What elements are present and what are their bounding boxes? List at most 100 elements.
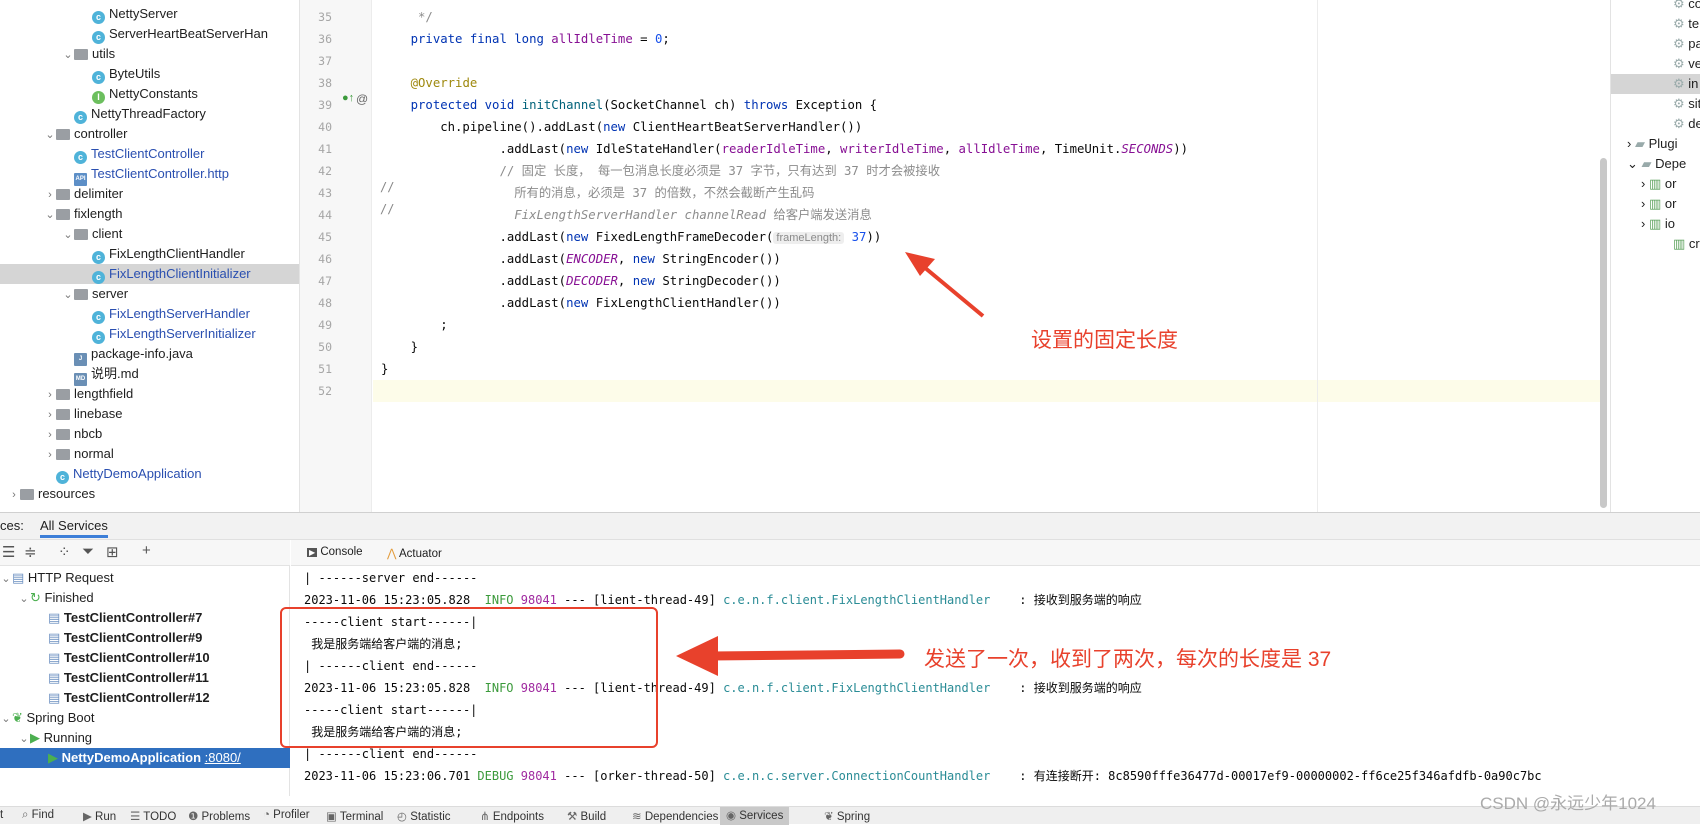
chevron-right-icon[interactable]: › — [44, 425, 56, 445]
maven-item[interactable]: › ▥ or — [1611, 174, 1700, 194]
chevron-down-icon[interactable]: ⌄ — [44, 205, 56, 225]
tool-window-t[interactable]: t — [0, 809, 3, 821]
tool-window-endpoints[interactable]: ⋔ Endpoints — [480, 809, 544, 823]
tree-item[interactable]: API TestClientController.http — [0, 164, 299, 186]
maven-item[interactable]: ⚙ de — [1611, 114, 1700, 134]
tree-item[interactable]: c NettyThreadFactory — [0, 104, 299, 124]
tree-item[interactable]: c NettyServer — [0, 4, 299, 24]
new-tab-icon[interactable]: ⊞ — [106, 543, 119, 561]
tab-actuator[interactable]: ⋀ Actuator — [387, 546, 442, 560]
tree-item[interactable]: › nbcb — [0, 424, 299, 445]
tool-window-profiler[interactable]: ◔ Profiler — [263, 809, 310, 821]
chevron-icon[interactable]: ⌄ — [1627, 156, 1642, 171]
chevron-icon[interactable]: › — [1641, 176, 1649, 191]
tree-item[interactable]: › normal — [0, 444, 299, 465]
tree-item[interactable]: c TestClientController — [0, 144, 299, 164]
maven-item[interactable]: ⚙ te — [1611, 14, 1700, 34]
chevron-down-icon[interactable]: ⌄ — [0, 569, 12, 589]
tree-item[interactable]: › lengthfield — [0, 384, 299, 405]
chevron-right-icon[interactable]: › — [44, 185, 56, 205]
chevron-right-icon[interactable]: › — [44, 445, 56, 465]
service-item[interactable]: ▶ NettyDemoApplication :8080/ — [0, 748, 290, 768]
maven-item[interactable]: ⚙ ve — [1611, 54, 1700, 74]
tree-item[interactable]: c ServerHeartBeatServerHan — [0, 24, 299, 44]
chevron-right-icon[interactable]: › — [8, 485, 20, 505]
tree-item[interactable]: ⌄ controller — [0, 124, 299, 145]
tree-item[interactable]: c ByteUtils — [0, 64, 299, 84]
maven-item[interactable]: ▥ cr — [1611, 234, 1700, 254]
maven-item[interactable]: ⚙ sit — [1611, 94, 1700, 114]
code-editor[interactable]: */ private final long allIdleTime = 0; @… — [373, 0, 1317, 512]
tab-actuator-label: Actuator — [399, 548, 442, 560]
tree-item[interactable]: I NettyConstants — [0, 84, 299, 104]
implements-gutter-icon[interactable]: ●↑ — [342, 92, 354, 104]
tree-item-label: NettyServer — [109, 6, 178, 21]
maven-item[interactable]: ⚙ in — [1611, 74, 1700, 94]
editor-scrollbar[interactable] — [1600, 158, 1607, 508]
tool-window-run[interactable]: ▶ Run — [83, 809, 116, 823]
tool-window-build[interactable]: ⚒ Build — [567, 809, 606, 823]
chevron-icon[interactable]: › — [1627, 136, 1635, 151]
maven-item[interactable]: ⚙ pa — [1611, 34, 1700, 54]
chevron-down-icon[interactable]: ⌄ — [0, 709, 12, 729]
service-item[interactable]: ▤ TestClientController#12 — [0, 688, 290, 708]
tree-item[interactable]: ⌄ utils — [0, 44, 299, 65]
maven-item[interactable]: › ▥ or — [1611, 194, 1700, 214]
service-item[interactable]: ▤ TestClientController#11 — [0, 668, 290, 688]
tree-item[interactable]: › resources — [0, 484, 299, 505]
collapse-all-icon[interactable]: ≑ — [24, 543, 37, 561]
chevron-down-icon[interactable]: ⌄ — [62, 45, 74, 65]
service-item[interactable]: ▤ TestClientController#10 — [0, 648, 290, 668]
maven-item[interactable]: ⚙ co — [1611, 0, 1700, 14]
chevron-down-icon[interactable]: ⌄ — [18, 729, 30, 749]
chevron-right-icon[interactable]: › — [44, 405, 56, 425]
group-icon[interactable]: ⁘ — [58, 543, 71, 561]
service-item[interactable]: ⌄↻ Finished — [0, 588, 290, 608]
tool-window-services[interactable]: ◉ Services — [720, 807, 790, 825]
add-service-icon[interactable]: + — [142, 542, 151, 559]
chevron-down-icon[interactable]: ⌄ — [62, 285, 74, 305]
tree-item[interactable]: MD 说明.md — [0, 364, 299, 386]
tree-item[interactable]: c FixLengthServerHandler — [0, 304, 299, 324]
chevron-down-icon[interactable]: ⌄ — [62, 225, 74, 245]
maven-item[interactable]: › ▥ io — [1611, 214, 1700, 234]
expand-all-icon[interactable]: ☰ — [2, 543, 15, 561]
tab-all-services[interactable]: All Services — [40, 518, 108, 538]
tree-item[interactable]: c FixLengthClientInitializer — [0, 264, 299, 284]
maven-item[interactable]: ⌄ ▰ Depe — [1611, 154, 1700, 174]
chevron-icon[interactable]: › — [1641, 216, 1649, 231]
tree-item[interactable]: ⌄ server — [0, 284, 299, 305]
tool-window-problems[interactable]: ❶ Problems — [188, 809, 250, 823]
tool-window-statistic[interactable]: ◴ Statistic — [397, 809, 451, 823]
filter-icon[interactable]: ⏷ — [82, 543, 94, 560]
service-item[interactable]: ⌄▤ HTTP Request — [0, 568, 290, 588]
chevron-right-icon[interactable]: › — [44, 385, 56, 405]
service-item[interactable]: ▤ TestClientController#9 — [0, 628, 290, 648]
tree-item[interactable]: Jpackage-info.java — [0, 344, 299, 366]
tool-window-terminal[interactable]: ▣ Terminal — [326, 809, 383, 823]
console-token: 2023-11-06 15:23:06.701 — [304, 769, 478, 783]
service-item[interactable]: ⌄▶ Running — [0, 728, 290, 748]
tree-item[interactable]: › delimiter — [0, 184, 299, 205]
tree-item[interactable]: ⌄ fixlength — [0, 204, 299, 225]
chevron-icon[interactable]: › — [1641, 196, 1649, 211]
tree-item[interactable]: c NettyDemoApplication — [0, 464, 299, 484]
tree-item[interactable]: › linebase — [0, 404, 299, 425]
maven-item[interactable]: › ▰ Plugi — [1611, 134, 1700, 154]
line-number: 40 — [318, 120, 332, 134]
service-item[interactable]: ▤ TestClientController#7 — [0, 608, 290, 628]
tree-item[interactable]: c FixLengthServerInitializer — [0, 324, 299, 344]
tool-window-todo[interactable]: ☰ TODO — [130, 809, 176, 823]
tree-item[interactable]: ⌄ client — [0, 224, 299, 245]
service-item[interactable]: ⌄❦ Spring Boot — [0, 708, 290, 728]
tab-console[interactable]: ▶ Console — [307, 546, 363, 558]
chevron-down-icon[interactable]: ⌄ — [44, 125, 56, 145]
service-port-link[interactable]: :8080/ — [205, 750, 241, 765]
tool-window-dependencies[interactable]: ≋ Dependencies — [632, 809, 718, 823]
tool-window-find[interactable]: ⌕ Find — [22, 809, 54, 822]
override-gutter-icon[interactable]: @ — [356, 92, 368, 106]
tree-item[interactable]: c FixLengthClientHandler — [0, 244, 299, 264]
tool-window-spring[interactable]: ❦ Spring — [824, 809, 870, 823]
chevron-down-icon[interactable]: ⌄ — [18, 589, 30, 609]
